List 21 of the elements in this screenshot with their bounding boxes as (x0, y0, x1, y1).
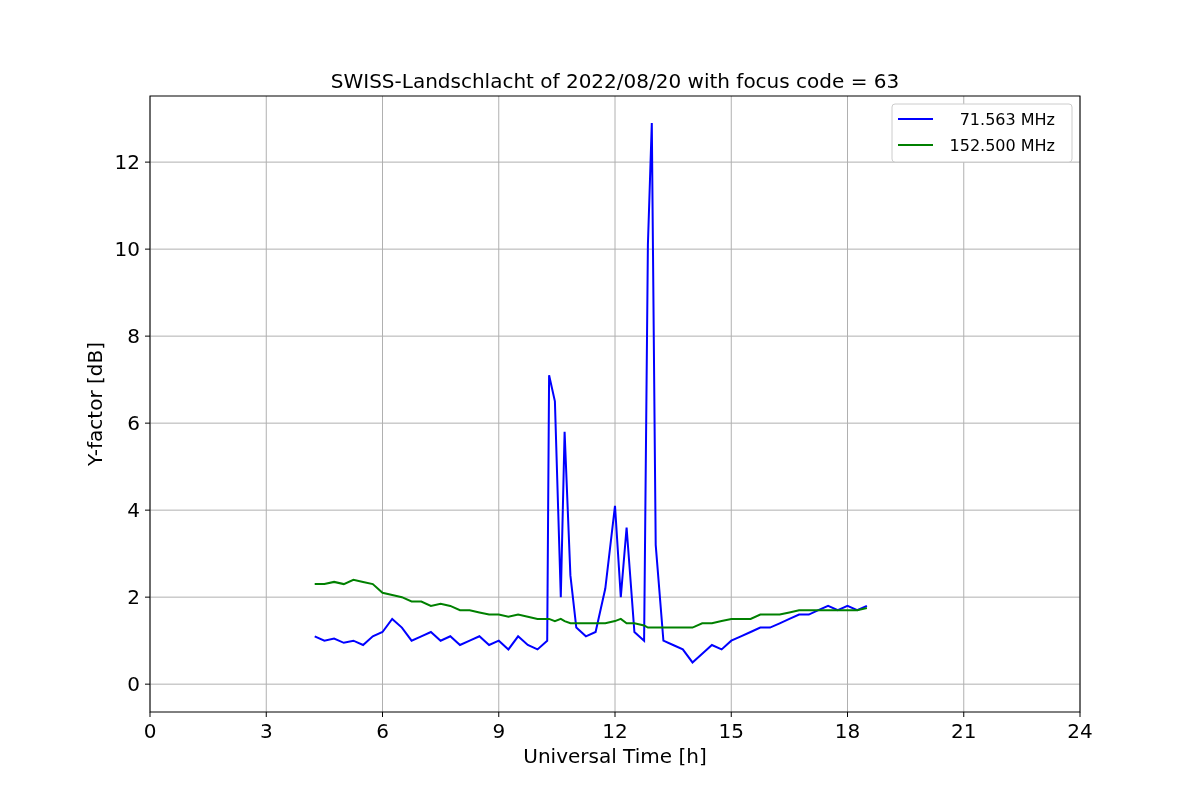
legend-label: 71.563 MHz (959, 110, 1055, 129)
legend-label: 152.500 MHz (949, 136, 1055, 155)
y-tick-label: 12 (114, 150, 140, 175)
y-tick-label: 8 (127, 324, 140, 349)
y-tick-label: 0 (127, 672, 140, 697)
x-tick-label: 9 (492, 719, 506, 743)
x-tick-label: 18 (834, 719, 861, 743)
x-tick-label: 21 (951, 719, 977, 743)
y-axis-label: Y-factor [dB] (83, 342, 107, 466)
x-axis-label: Universal Time [h] (523, 744, 707, 768)
x-tick-label: 24 (1067, 719, 1093, 743)
x-tick-label: 6 (376, 719, 389, 743)
x-tick-label: 12 (602, 719, 628, 743)
y-tick-label: 6 (127, 411, 140, 436)
x-tick-label: 3 (259, 719, 273, 743)
x-tick-label: 0 (143, 719, 157, 743)
y-tick-label: 2 (127, 585, 140, 610)
chart-title: SWISS-Landschlacht of 2022/08/20 with focus code = 63 (330, 69, 900, 93)
y-tick-label: 4 (127, 498, 140, 523)
y-tick-label: 10 (114, 237, 140, 262)
x-tick-label: 15 (718, 719, 744, 743)
